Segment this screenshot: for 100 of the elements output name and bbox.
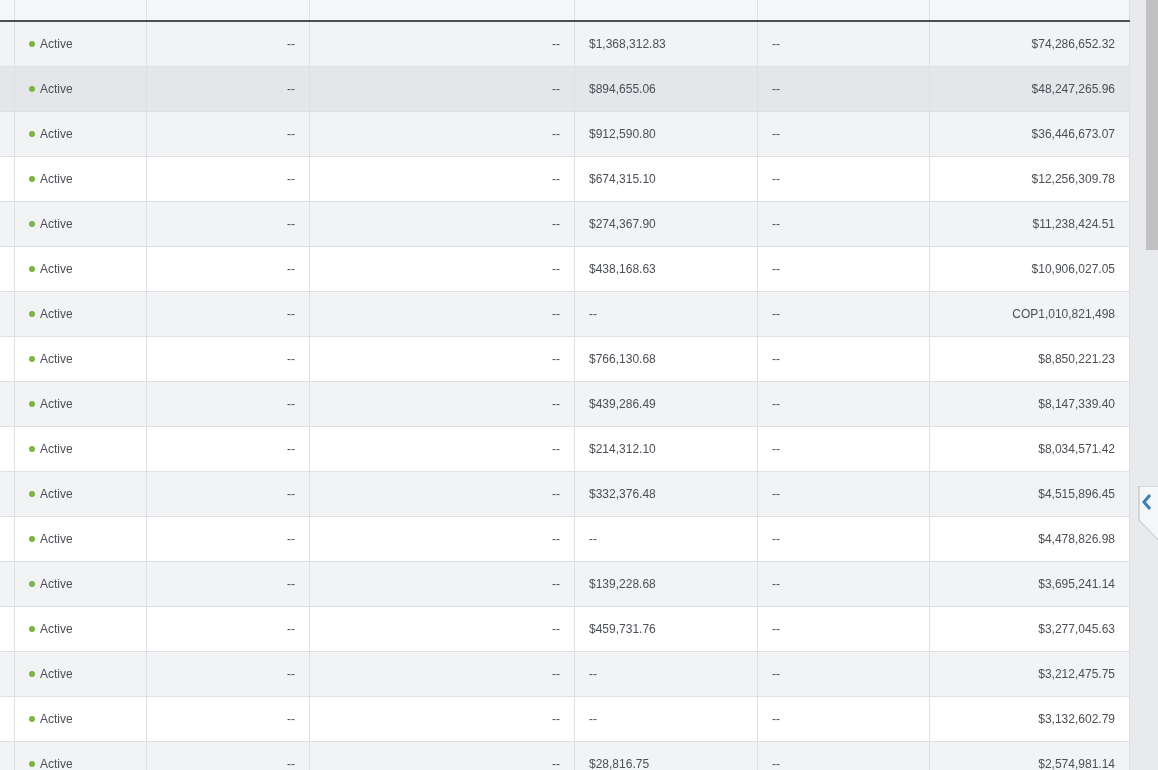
table-cell: -- bbox=[772, 352, 780, 366]
table-cell: -- bbox=[552, 712, 560, 726]
table-cell: -- bbox=[772, 532, 780, 546]
table-cell: -- bbox=[287, 352, 295, 366]
status-text: Active bbox=[40, 667, 73, 681]
table-cell: $8,850,221.23 bbox=[1038, 352, 1115, 366]
table-cell: -- bbox=[589, 712, 597, 726]
table-row[interactable]: Active -- -- $674,315.10 -- $12,256,309.78 bbox=[0, 157, 1130, 202]
table-cell: COP1,010,821,498 bbox=[1012, 307, 1115, 321]
table-cell: -- bbox=[552, 217, 560, 231]
table-cell: $8,034,571.42 bbox=[1038, 442, 1115, 456]
table-cell: -- bbox=[772, 712, 780, 726]
table-cell: $214,312.10 bbox=[589, 442, 656, 456]
status-text: Active bbox=[40, 37, 73, 51]
table-cell: -- bbox=[287, 172, 295, 186]
collapse-tab[interactable] bbox=[1138, 486, 1158, 542]
table-cell: -- bbox=[552, 487, 560, 501]
status-text: Active bbox=[40, 622, 73, 636]
table-row[interactable]: Active -- -- $439,286.49 -- $8,147,339.40 bbox=[0, 382, 1130, 427]
table-cell: -- bbox=[772, 307, 780, 321]
table-row[interactable]: Active -- -- -- -- COP1,010,821,498 bbox=[0, 292, 1130, 337]
table-cell: $894,655.06 bbox=[589, 82, 656, 96]
table-cell: -- bbox=[772, 487, 780, 501]
status-text: Active bbox=[40, 127, 73, 141]
table-row[interactable]: Active -- -- $459,731.76 -- $3,277,045.63 bbox=[0, 607, 1130, 652]
table-row[interactable]: Active -- -- $274,367.90 -- $11,238,424.51 bbox=[0, 202, 1130, 247]
status-text: Active bbox=[40, 757, 73, 770]
scrollbar-thumb[interactable] bbox=[1146, 0, 1158, 250]
table-row[interactable]: Active -- -- $139,228.68 -- $3,695,241.14 bbox=[0, 562, 1130, 607]
status-text: Active bbox=[40, 532, 73, 546]
table-row[interactable]: Active -- -- $894,655.06 -- $48,247,265.96 bbox=[0, 67, 1130, 112]
table-cell: -- bbox=[552, 262, 560, 276]
table-cell: -- bbox=[287, 577, 295, 591]
table-cell: -- bbox=[287, 217, 295, 231]
table-cell: $674,315.10 bbox=[589, 172, 656, 186]
status-text: Active bbox=[40, 577, 73, 591]
table-cell: $439,286.49 bbox=[589, 397, 656, 411]
table-cell: -- bbox=[552, 352, 560, 366]
table-cell: $274,367.90 bbox=[589, 217, 656, 231]
table-cell: $3,277,045.63 bbox=[1038, 622, 1115, 636]
table-cell: $438,168.63 bbox=[589, 262, 656, 276]
table-cell: $1,368,312.83 bbox=[589, 37, 666, 51]
table-row[interactable]: Active -- -- -- -- $3,212,475.75 bbox=[0, 652, 1130, 697]
table-cell: -- bbox=[287, 622, 295, 636]
table-cell: -- bbox=[772, 757, 780, 770]
status-text: Active bbox=[40, 307, 73, 321]
status-text: Active bbox=[40, 487, 73, 501]
table-cell: $10,906,027.05 bbox=[1031, 262, 1115, 276]
table-cell: -- bbox=[552, 757, 560, 770]
table-row[interactable]: Active -- -- -- -- $3,132,602.79 bbox=[0, 697, 1130, 742]
table-cell: -- bbox=[552, 127, 560, 141]
table-row[interactable]: Active -- -- $1,368,312.83 -- $74,286,652.32 bbox=[0, 22, 1130, 67]
table-row[interactable]: Active -- -- $912,590.80 -- $36,446,673.07 bbox=[0, 112, 1130, 157]
table-cell: $2,574,981.14 bbox=[1038, 757, 1115, 770]
table-cell: $4,478,826.98 bbox=[1038, 532, 1115, 546]
table-cell: -- bbox=[287, 127, 295, 141]
table-cell: -- bbox=[772, 442, 780, 456]
table-cell: -- bbox=[287, 487, 295, 501]
table-cell: -- bbox=[772, 577, 780, 591]
table-row[interactable]: Active -- -- -- -- $4,478,826.98 bbox=[0, 517, 1130, 562]
table-cell: $139,228.68 bbox=[589, 577, 656, 591]
status-text: Active bbox=[40, 172, 73, 186]
table-cell: -- bbox=[552, 442, 560, 456]
table-cell: -- bbox=[772, 262, 780, 276]
table-cell: -- bbox=[552, 577, 560, 591]
table-cell: $11,238,424.51 bbox=[1032, 217, 1115, 231]
status-text: Active bbox=[40, 712, 73, 726]
table-cell: $8,147,339.40 bbox=[1038, 397, 1115, 411]
status-text: Active bbox=[40, 262, 73, 276]
table-cell: $3,212,475.75 bbox=[1038, 667, 1115, 681]
table-cell: -- bbox=[552, 622, 560, 636]
table-cell: $766,130.68 bbox=[589, 352, 656, 366]
table-cell: $12,256,309.78 bbox=[1031, 172, 1115, 186]
status-text: Active bbox=[40, 397, 73, 411]
table-cell: $74,286,652.32 bbox=[1031, 37, 1115, 51]
table-cell: -- bbox=[287, 82, 295, 96]
table-cell: $459,731.76 bbox=[589, 622, 656, 636]
table-cell: -- bbox=[287, 442, 295, 456]
table-row[interactable]: Active -- -- $766,130.68 -- $8,850,221.23 bbox=[0, 337, 1130, 382]
table-row[interactable]: Active -- -- $332,376.48 -- $4,515,896.45 bbox=[0, 472, 1130, 517]
table-cell: -- bbox=[589, 532, 597, 546]
table-cell: -- bbox=[552, 307, 560, 321]
table-cell: -- bbox=[287, 712, 295, 726]
table-cell: -- bbox=[552, 397, 560, 411]
table-cell: -- bbox=[772, 397, 780, 411]
table-row[interactable]: Active -- -- $438,168.63 -- $10,906,027.05 bbox=[0, 247, 1130, 292]
table-cell: -- bbox=[772, 37, 780, 51]
table-row[interactable]: Active -- -- $28,816.75 -- $2,574,981.14 bbox=[0, 742, 1130, 770]
status-text: Active bbox=[40, 217, 73, 231]
table-cell: -- bbox=[772, 127, 780, 141]
table-cell: -- bbox=[552, 82, 560, 96]
table-cell: $332,376.48 bbox=[589, 487, 656, 501]
table-row[interactable]: Active -- -- $214,312.10 -- $8,034,571.42 bbox=[0, 427, 1130, 472]
table-cell: -- bbox=[287, 757, 295, 770]
table-cell: -- bbox=[287, 397, 295, 411]
table-cell: $48,247,265.96 bbox=[1031, 82, 1115, 96]
status-text: Active bbox=[40, 352, 73, 366]
table-cell: -- bbox=[772, 172, 780, 186]
table-cell: $912,590.80 bbox=[589, 127, 656, 141]
table-cell: -- bbox=[772, 622, 780, 636]
